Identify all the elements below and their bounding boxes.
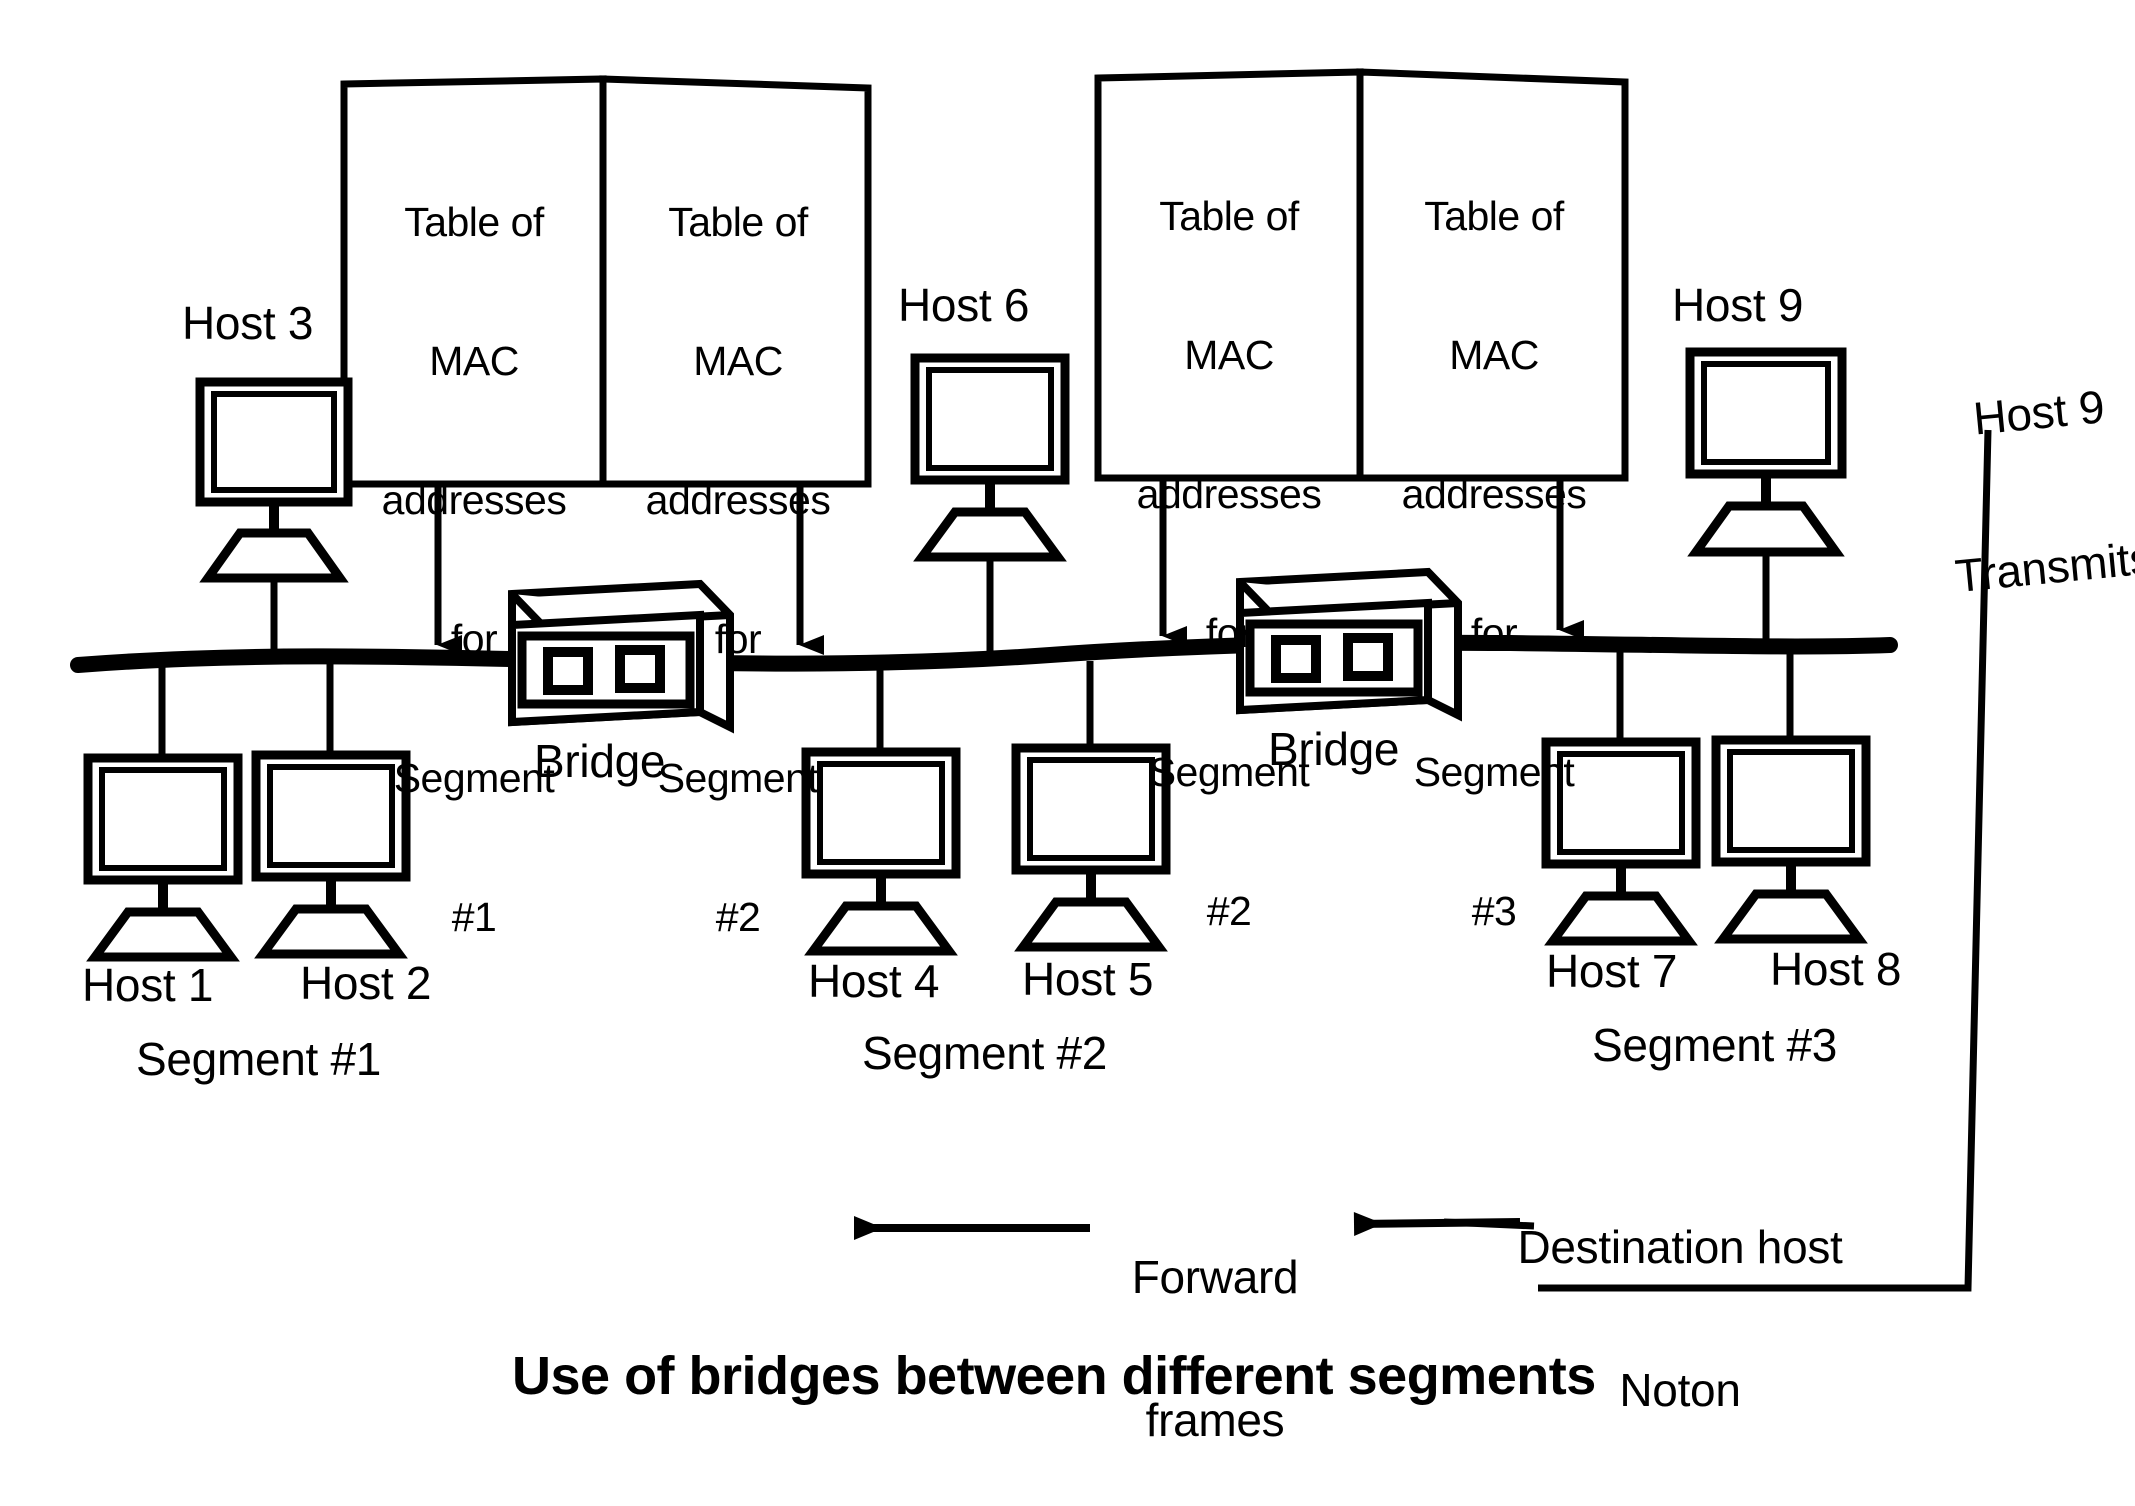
table-line: #2	[715, 893, 761, 940]
host-5-label: Host 5	[1022, 953, 1154, 1005]
host-2-label: Host 2	[300, 957, 432, 1009]
table-line: addresses	[381, 476, 567, 523]
host-7-label: Host 7	[1546, 945, 1678, 997]
host-6-label: Host 6	[898, 279, 1030, 331]
segment-2-label: Segment #2	[862, 1027, 1108, 1079]
host-9-label: Host 9	[1672, 279, 1804, 331]
table-line: MAC	[429, 337, 519, 384]
bridge-left-label: Bridge	[534, 735, 666, 787]
host-3-label: Host 3	[182, 297, 314, 349]
host-4-label: Host 4	[808, 955, 940, 1007]
host-8-label: Host 8	[1770, 943, 1902, 995]
host9-transmits-line2: Transmits	[1952, 530, 2135, 602]
table-line: addresses	[645, 476, 831, 523]
forward-frames-line1: Forward	[1131, 1250, 1299, 1303]
table-line: MAC	[1184, 331, 1274, 378]
host-1-label: Host 1	[82, 959, 214, 1011]
table-line: addresses	[1401, 470, 1587, 517]
host9-transmits-line1: Host 9	[1970, 380, 2107, 445]
host9-transmits-label: Host 9 Transmits	[1912, 274, 2135, 706]
table-line: for	[1205, 609, 1253, 656]
host-6-icon	[910, 353, 1070, 661]
destination-line1: Destination host	[1517, 1220, 1843, 1273]
table-line: Table of	[668, 198, 808, 245]
table-line: Segment	[1413, 748, 1575, 795]
mac-table-seg2b-text: Table of MAC addresses for Segment #2	[1102, 100, 1356, 1027]
host-3-icon	[195, 377, 353, 661]
table-line: for	[714, 615, 762, 662]
table-line: #2	[1206, 887, 1252, 934]
table-line: for	[1470, 609, 1518, 656]
table-line: MAC	[693, 337, 783, 384]
mac-table-seg3-text: Table of MAC addresses for Segment #3	[1368, 100, 1620, 1027]
diagram-caption: Use of bridges between different segment…	[512, 1346, 1596, 1406]
table-line: Table of	[1159, 192, 1299, 239]
forward-frames-label: Forward frames	[1100, 1158, 1330, 1506]
table-line: #1	[451, 893, 497, 940]
diagram-canvas: Table of MAC addresses for Segment #1 Ta…	[0, 0, 2135, 1506]
segment-3-label: Segment #3	[1592, 1019, 1838, 1071]
host-8-icon	[1711, 648, 1871, 944]
table-line: addresses	[1136, 470, 1322, 517]
host-9-icon	[1685, 347, 1847, 648]
table-line: Table of	[1424, 192, 1564, 239]
mac-table-seg1-text: Table of MAC addresses for Segment #1	[349, 106, 599, 1033]
table-line: MAC	[1449, 331, 1539, 378]
bridge-right-label: Bridge	[1268, 723, 1400, 775]
mac-table-seg2a-text: Table of MAC addresses for Segment #2	[612, 106, 864, 1033]
host-1-icon	[83, 665, 243, 962]
table-line: #3	[1471, 887, 1517, 934]
segment-1-label: Segment #1	[136, 1033, 382, 1085]
table-line: Table of	[404, 198, 544, 245]
destination-host-label: Destination host Noton Segment #3	[1470, 1128, 1890, 1506]
table-line: for	[450, 615, 498, 662]
